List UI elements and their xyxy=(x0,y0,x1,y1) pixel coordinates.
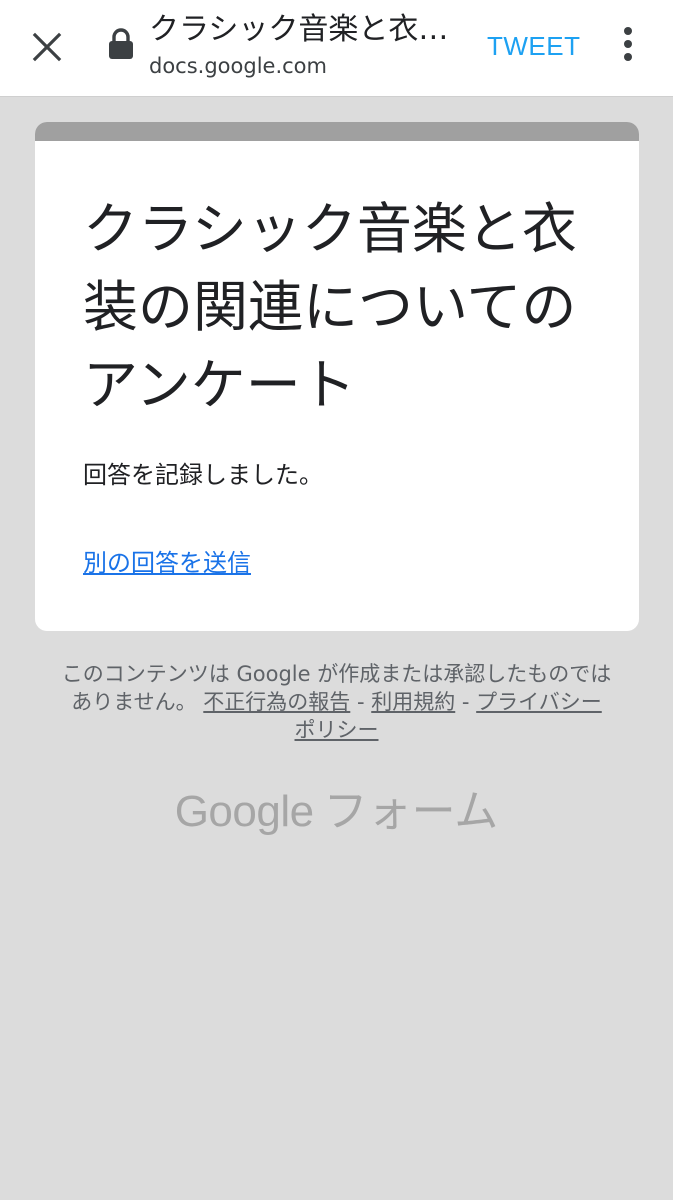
close-icon xyxy=(32,32,62,62)
brand-product: フォーム xyxy=(323,787,499,836)
overflow-menu-button[interactable] xyxy=(608,20,648,68)
card-accent-bar xyxy=(35,122,639,141)
link-separator: - xyxy=(455,690,477,714)
submit-another-response-link[interactable]: 別の回答を送信 xyxy=(83,546,251,580)
browser-toolbar: クラシック音楽と衣… docs.google.com TWEET xyxy=(0,0,673,97)
confirmation-message: 回答を記録しました。 xyxy=(83,461,323,489)
terms-link[interactable]: 利用規約 xyxy=(371,690,455,714)
close-button[interactable] xyxy=(22,22,72,72)
more-vert-icon xyxy=(624,27,632,61)
page-domain: docs.google.com xyxy=(149,54,327,78)
report-abuse-link[interactable]: 不正行為の報告 xyxy=(203,690,350,714)
form-card: クラシック音楽と衣装の関連についてのアンケート 回答を記録しました。 別の回答を… xyxy=(35,122,639,631)
tweet-button[interactable]: TWEET xyxy=(487,28,581,64)
page-title: クラシック音楽と衣… xyxy=(149,12,449,47)
form-title: クラシック音楽と衣装の関連についてのアンケート xyxy=(83,197,577,417)
link-separator: - xyxy=(350,690,372,714)
brand-google: Google xyxy=(174,787,314,836)
google-forms-logo: Google フォーム xyxy=(0,784,673,840)
lock-icon xyxy=(109,28,133,59)
footer-disclaimer: このコンテンツは Google が作成または承認したものではありません。 不正行… xyxy=(60,660,613,744)
